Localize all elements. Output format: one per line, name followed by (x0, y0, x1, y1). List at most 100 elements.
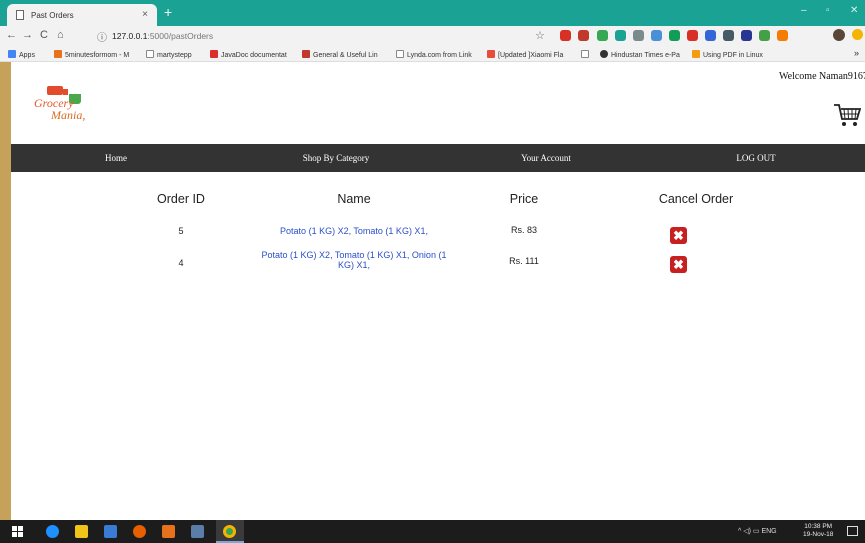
bookmark-favicon-icon (487, 50, 495, 58)
page-icon (581, 50, 589, 58)
nav-shop-by-category[interactable]: Shop By Category (276, 144, 396, 172)
reload-icon[interactable]: C (40, 29, 48, 41)
bookmark-label: martystepp (157, 52, 192, 59)
app-icon[interactable] (162, 525, 175, 538)
url-text: 127.0.0.1:5000/pastOrders (112, 31, 213, 41)
cart-icon[interactable] (833, 102, 861, 128)
bookmark-label: Apps (19, 52, 35, 59)
store-icon[interactable] (104, 525, 117, 538)
app-icon[interactable] (191, 525, 204, 538)
tab-past-orders[interactable]: Past Orders × (7, 4, 157, 26)
bookmark-favicon-icon (54, 50, 62, 58)
order-id-cell: 5 (178, 226, 184, 236)
profile-avatar-icon[interactable] (833, 29, 845, 41)
bookmark-star-icon[interactable]: ☆ (535, 29, 545, 42)
extension-icon[interactable] (633, 30, 644, 41)
clock[interactable]: 10:38 PM 19-Nov-18 (803, 523, 833, 539)
bookmark-item[interactable]: [Updated ]Xiaomi Fla (487, 50, 575, 59)
bookmark-label: [Updated ]Xiaomi Fla (498, 52, 564, 59)
main-navbar: Home Shop By Category Your Account LOG O… (11, 144, 865, 172)
download-icon[interactable] (651, 30, 662, 41)
bookmark-item[interactable]: Apps (8, 50, 46, 59)
screen-recorder-icon[interactable] (578, 30, 589, 41)
bookmark-item[interactable]: Hindustan Times e-Pa (600, 50, 688, 59)
nav-home[interactable]: Home (71, 144, 161, 172)
bookmark-favicon-icon (210, 50, 218, 58)
bookmark-item[interactable]: 5minutesformom - M (54, 50, 138, 59)
order-items-link[interactable]: Potato (1 KG) X2, Tomato (1 KG) X1, Onio… (259, 250, 449, 270)
system-tray[interactable]: ^ ◁) ▭ ENG (738, 527, 777, 535)
order-price-cell: Rs. 83 (510, 225, 537, 235)
bookmarks-bar: Apps 5minutesformom - M martystepp JavaD… (0, 46, 865, 62)
truck-icon (47, 86, 68, 95)
back-icon[interactable]: ← (6, 29, 17, 41)
new-tab-button[interactable]: + (164, 4, 172, 20)
address-bar-row: ← → C ⌂ ⓘ 127.0.0.1:5000/pastOrders ☆ (0, 26, 865, 46)
bookmark-item[interactable] (581, 50, 593, 59)
nav-your-account[interactable]: Your Account (491, 144, 601, 172)
home-icon[interactable]: ⌂ (57, 29, 64, 41)
notification-icon[interactable] (847, 526, 858, 536)
order-price-cell: Rs. 111 (509, 256, 539, 266)
chrome-taskbar-button[interactable] (216, 520, 244, 543)
logo-text-line2: Mania, (51, 108, 86, 122)
tab-title: Past Orders (31, 11, 74, 20)
bookmark-favicon-icon (302, 50, 310, 58)
url-path: :5000/pastOrders (147, 31, 214, 41)
info-icon[interactable]: ⓘ (97, 29, 107, 44)
bookmark-label: 5minutesformom - M (65, 52, 130, 59)
extension-icon[interactable] (615, 30, 626, 41)
bookmarks-more-icon[interactable]: » (854, 48, 859, 58)
bookmark-favicon-icon (692, 50, 700, 58)
apps-grid-icon (8, 50, 16, 58)
adblock-icon[interactable] (560, 30, 571, 41)
bookmark-item[interactable]: martystepp (146, 50, 204, 59)
bookmark-label: JavaDoc documentat (221, 52, 287, 59)
update-menu-icon[interactable] (852, 29, 863, 40)
file-explorer-icon[interactable] (75, 525, 88, 538)
cancel-order-button[interactable]: ✖ (670, 256, 687, 273)
extension-icon[interactable] (723, 30, 734, 41)
cancel-order-button[interactable]: ✖ (670, 227, 687, 244)
extension-icon[interactable] (777, 30, 788, 41)
bookmark-label: Hindustan Times e-Pa (611, 52, 680, 59)
extension-icon[interactable] (705, 30, 716, 41)
nav-log-out[interactable]: LOG OUT (711, 144, 801, 172)
column-header-cancel-order: Cancel Order (658, 192, 734, 206)
close-window-button[interactable]: ✕ (850, 5, 858, 16)
extension-icon[interactable] (669, 30, 680, 41)
bookmark-label: General & Useful Lin (313, 52, 378, 59)
page-icon (146, 50, 154, 58)
chrome-icon (223, 525, 236, 538)
order-id-cell: 4 (178, 258, 184, 268)
tab-close-icon[interactable]: × (142, 9, 148, 20)
bookmark-item[interactable]: Lynda.com from Link (396, 50, 480, 59)
url-field[interactable]: ⓘ 127.0.0.1:5000/pastOrders (95, 28, 545, 44)
site-logo[interactable]: Grocery Mania, (31, 86, 111, 122)
tab-strip: Past Orders × + – ▫ ✕ (0, 0, 865, 26)
extension-icon[interactable] (741, 30, 752, 41)
firefox-icon[interactable] (133, 525, 146, 538)
bookmark-item[interactable]: General & Useful Lin (302, 50, 388, 59)
column-header-name: Name (337, 192, 371, 206)
edge-icon[interactable] (46, 525, 59, 538)
url-host: 127.0.0.1 (112, 31, 148, 41)
minimize-button[interactable]: – (801, 5, 807, 16)
bookmark-label: Lynda.com from Link (407, 52, 472, 59)
order-items-link[interactable]: Potato (1 KG) X2, Tomato (1 KG) X1, (259, 226, 449, 236)
maximize-button[interactable]: ▫ (826, 5, 830, 16)
bookmark-item[interactable]: Using PDF in Linux (692, 50, 776, 59)
clock-time: 10:38 PM (804, 523, 833, 530)
extension-icon[interactable] (687, 30, 698, 41)
extension-icon[interactable] (759, 30, 770, 41)
welcome-text: Welcome Naman9167 (779, 71, 865, 82)
bookmark-item[interactable]: JavaDoc documentat (210, 50, 296, 59)
bookmark-favicon-icon (600, 50, 608, 58)
extension-icon[interactable] (597, 30, 608, 41)
bookmark-label: Using PDF in Linux (703, 52, 763, 59)
windows-start-icon[interactable] (12, 526, 23, 537)
page-icon (16, 10, 24, 20)
web-page: Welcome Naman9167 Grocery Mania, Home Sh… (11, 62, 865, 520)
forward-icon[interactable]: → (22, 29, 33, 41)
column-header-order-id: Order ID (157, 192, 205, 206)
